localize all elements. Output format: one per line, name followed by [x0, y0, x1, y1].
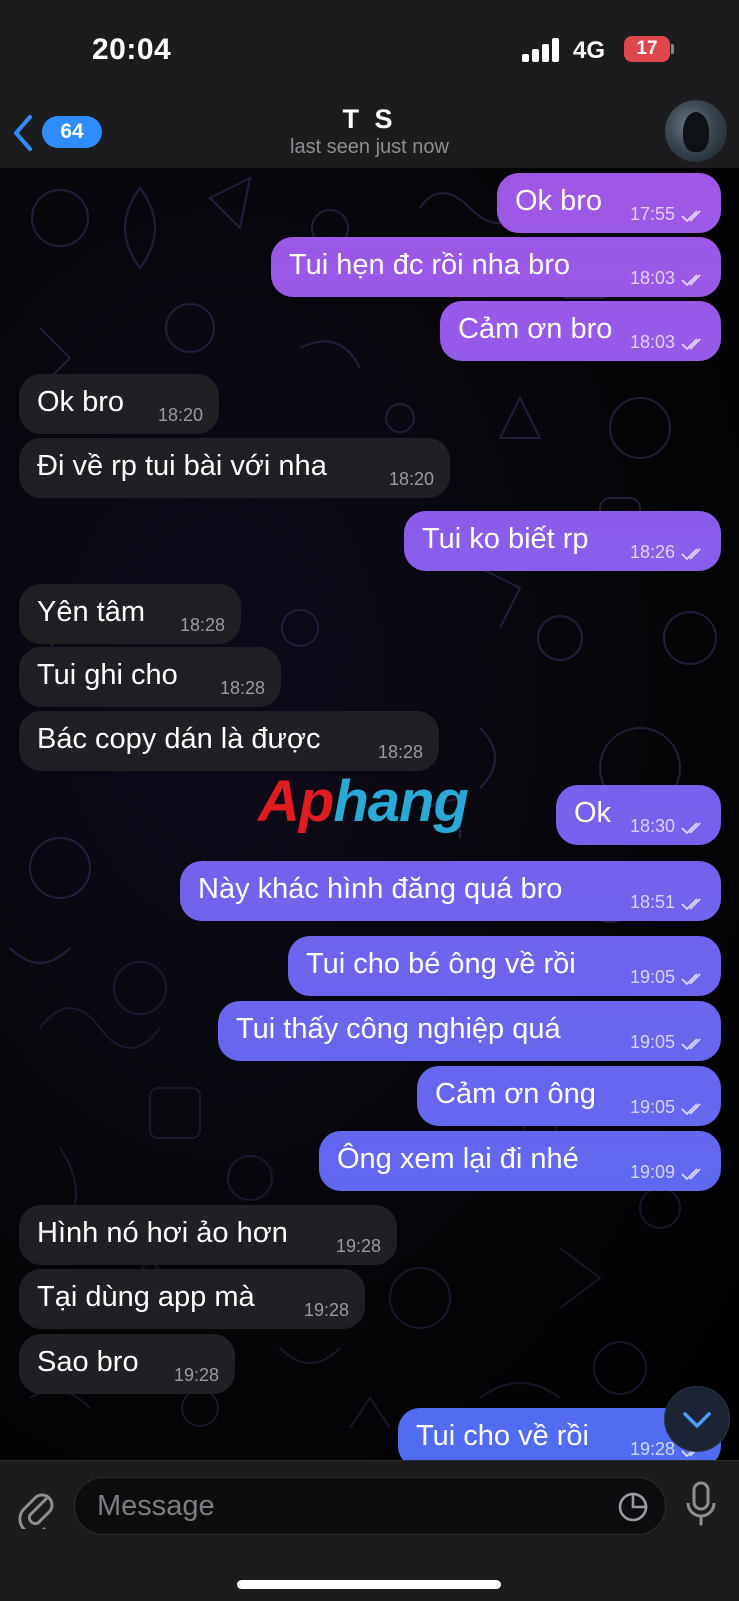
message-text: Ok [574, 797, 612, 829]
message-text: Tui cho về rồi [416, 1420, 589, 1452]
avatar[interactable] [665, 100, 727, 162]
message-text: Đi về rp tui bài với nha [37, 450, 327, 482]
microphone-icon[interactable] [684, 1481, 718, 1527]
message-text: Ok bro [37, 386, 125, 418]
incoming-message[interactable]: Tại dùng app mà 19:28 [19, 1269, 365, 1329]
double-check-icon [681, 1038, 701, 1051]
message-time: 19:28 [303, 1300, 349, 1320]
status-bar: 20:04 4G 17 [0, 0, 739, 100]
message-text: Tui ghi cho [37, 659, 178, 691]
message-time: 18:03 [629, 268, 675, 288]
message-text: Tại dùng app mà [37, 1281, 255, 1313]
double-check-icon [681, 822, 701, 835]
sticker-icon[interactable] [617, 1491, 649, 1523]
message-text: Ok bro [515, 185, 603, 217]
message-time: 19:28 [335, 1236, 381, 1256]
signal-icon [522, 38, 562, 62]
double-check-icon [681, 973, 701, 986]
message-time: 18:28 [377, 742, 423, 762]
message-input[interactable] [74, 1477, 666, 1535]
incoming-message[interactable]: Yên tâm 18:28 [19, 584, 241, 644]
watermark-logo: Aphang [258, 769, 469, 834]
chevron-down-icon [683, 1412, 711, 1428]
message-time: 19:28 [173, 1365, 219, 1385]
outgoing-message[interactable]: Tui hẹn đc rồi nha bro 18:03 [271, 237, 721, 297]
message-text: Hình nó hơi ảo hơn [37, 1217, 288, 1249]
status-time: 20:04 [92, 33, 172, 66]
message-time: 17:55 [629, 204, 675, 224]
outgoing-message[interactable]: Này khác hình đăng quá bro 18:51 [180, 861, 721, 921]
message-time: 18:20 [157, 405, 203, 425]
message-text: Tui cho bé ông về rồi [306, 948, 576, 980]
message-time: 18:20 [388, 469, 434, 489]
message-text: Yên tâm [37, 596, 145, 628]
outgoing-message[interactable]: Ông xem lại đi nhé 19:09 [319, 1131, 721, 1191]
incoming-message[interactable]: Đi về rp tui bài với nha 18:20 [19, 438, 450, 498]
message-time: 19:05 [629, 967, 675, 987]
incoming-message[interactable]: Ok bro 18:20 [19, 374, 219, 434]
outgoing-message[interactable]: Tui thấy công nghiệp quá 19:05 [218, 1001, 721, 1061]
message-time: 18:26 [629, 542, 675, 562]
battery-icon: 17 [624, 36, 670, 62]
double-check-icon [681, 1168, 701, 1181]
network-type: 4G [573, 37, 606, 64]
message-text: Này khác hình đăng quá bro [198, 873, 563, 905]
message-text: Tui ko biết rp [422, 523, 589, 555]
outgoing-message[interactable]: Tui ko biết rp 18:26 [404, 511, 721, 571]
message-text: Tui hẹn đc rồi nha bro [289, 249, 571, 281]
chat-title[interactable]: T S [0, 104, 739, 135]
chat-header: 64 T S last seen just now [0, 100, 739, 168]
incoming-message[interactable]: Bác copy dán là được 18:28 [19, 711, 439, 771]
scroll-to-bottom-button[interactable] [664, 1386, 730, 1452]
message-time: 18:28 [219, 678, 265, 698]
double-check-icon [681, 338, 701, 351]
outgoing-message[interactable]: Tui cho bé ông về rồi 19:05 [288, 936, 721, 996]
message-time: 18:28 [179, 615, 225, 635]
double-check-icon [681, 898, 701, 911]
double-check-icon [681, 274, 701, 287]
message-text: Ông xem lại đi nhé [337, 1143, 579, 1175]
outgoing-message[interactable]: Ok bro 17:55 [497, 173, 721, 233]
incoming-message[interactable]: Hình nó hơi ảo hơn 19:28 [19, 1205, 397, 1265]
message-time: 19:09 [629, 1162, 675, 1182]
message-time: 19:05 [629, 1032, 675, 1052]
incoming-message[interactable]: Sao bro 19:28 [19, 1334, 235, 1394]
message-text: Cảm ơn ông [435, 1078, 596, 1110]
message-text: Cảm ơn bro [458, 313, 613, 345]
message-time: 18:51 [629, 892, 675, 912]
outgoing-message[interactable]: Ok 18:30 [556, 785, 721, 845]
battery-tip [671, 44, 674, 54]
outgoing-message[interactable]: Cảm ơn ông 19:05 [417, 1066, 721, 1126]
double-check-icon [681, 1103, 701, 1116]
message-text: Bác copy dán là được [37, 723, 321, 755]
double-check-icon [681, 210, 701, 223]
message-text: Tui thấy công nghiệp quá [236, 1013, 561, 1045]
home-indicator [237, 1580, 501, 1589]
paperclip-icon[interactable] [16, 1485, 56, 1529]
outgoing-message[interactable]: Cảm ơn bro 18:03 [440, 301, 721, 361]
message-time: 19:05 [629, 1097, 675, 1117]
message-text: Sao bro [37, 1346, 139, 1378]
double-check-icon [681, 548, 701, 561]
incoming-message[interactable]: Tui ghi cho 18:28 [19, 647, 281, 707]
last-seen-status: last seen just now [290, 136, 449, 158]
message-time: 18:30 [629, 816, 675, 836]
message-time: 18:03 [629, 332, 675, 352]
